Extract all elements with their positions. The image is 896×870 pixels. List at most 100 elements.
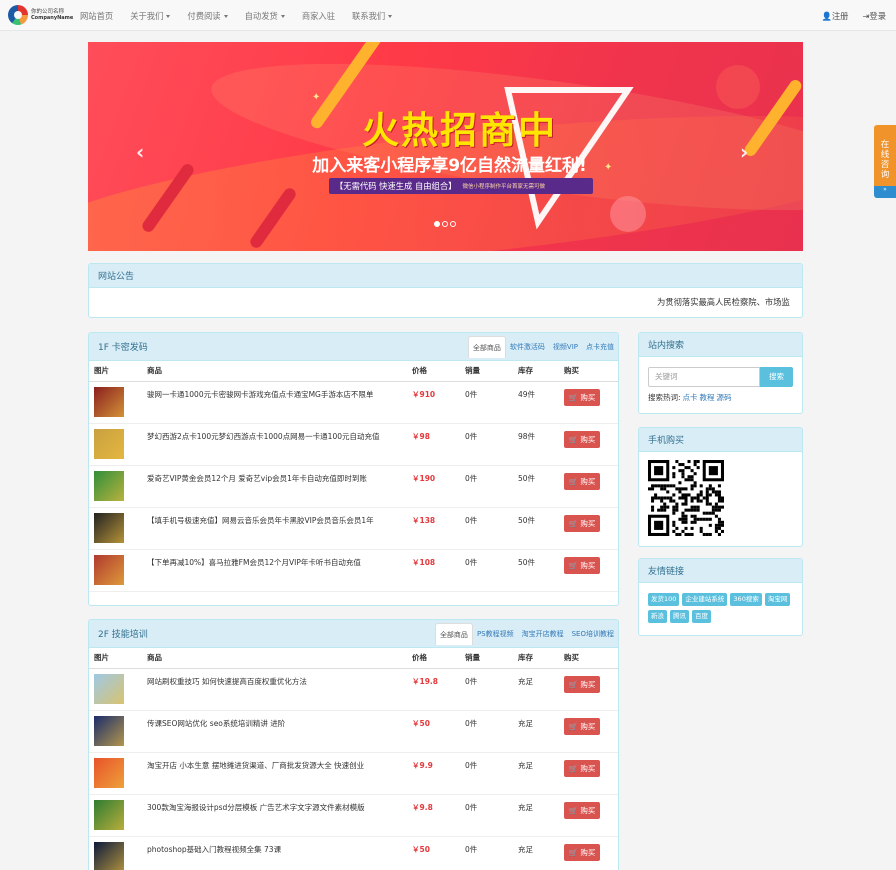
buy-button[interactable]: 🛒 购买 [564, 514, 600, 532]
product-name-link[interactable]: 淘宝开店 小本生意 摆地摊进货渠道、厂商批发货源大全 快速创业 [142, 752, 407, 795]
friend-link[interactable]: 新浪 [648, 610, 667, 623]
product-thumbnail[interactable] [94, 673, 124, 704]
product-price: ￥910 [407, 381, 460, 424]
buy-button[interactable]: 🛒 购买 [564, 843, 600, 861]
product-name-link[interactable]: 【填手机号极速充值】网易云音乐会员年卡黑胶VIP会员音乐会员1年 [142, 507, 407, 550]
product-name-link[interactable]: 传课SEO网站优化 seo系统培训精讲 进阶 [142, 710, 407, 753]
product-thumbnail[interactable] [94, 512, 124, 543]
product-thumbnail[interactable] [94, 799, 124, 830]
nav-item[interactable]: 商家入驻 [302, 10, 335, 22]
nav-item[interactable]: 网站首页 [80, 10, 113, 22]
buy-label: 购买 [580, 679, 596, 689]
product-name-link[interactable]: photoshop基础入门教程视频全集 73课 [142, 836, 407, 870]
carousel-prev-icon[interactable]: ‹ [136, 140, 144, 164]
friend-link[interactable]: 360搜索 [730, 593, 762, 606]
product-thumbnail[interactable] [94, 841, 124, 870]
hot-keyword-link[interactable]: 源码 [717, 393, 732, 402]
buy-cell: 🛒 购买 [559, 507, 618, 550]
friend-link[interactable]: 企业建站系统 [682, 593, 728, 606]
cart-icon: 🛒 [568, 847, 581, 857]
column-header-buy: 购买 [559, 648, 618, 669]
product-thumb-cell [89, 794, 142, 837]
product-name-link[interactable]: 300款淘宝海报设计psd分层模板 广告艺术字文字源文件素材模版 [142, 794, 407, 837]
section-header: 2F 技能培训 全部商品 PS教程视频 淘宝开店教程 SEO培训教程 [89, 620, 618, 648]
notice-marquee[interactable]: 为贯彻落实最高人民检察院、市场监 [657, 296, 790, 308]
online-consult-button[interactable]: 在线咨询 [874, 125, 896, 195]
buy-button[interactable]: 🛒 购买 [564, 388, 600, 406]
table-row: 传课SEO网站优化 seo系统培训精讲 进阶 ￥50 0件 充足 🛒 购买 [89, 710, 618, 753]
product-name-link[interactable]: 爱奇艺VIP黄金会员12个月 爱奇艺vip会员1年卡自动充值即时到账 [142, 465, 407, 508]
buy-button[interactable]: 🛒 购买 [564, 430, 600, 448]
section-tab[interactable]: SEO培训教程 [568, 623, 618, 645]
section-tab[interactable]: PS教程视频 [473, 623, 518, 645]
caret-down-icon [280, 14, 285, 18]
product-price: ￥108 [407, 549, 460, 592]
register-label: 注册 [831, 10, 849, 21]
column-header-price: 价格 [407, 361, 460, 382]
hot-keyword-link[interactable]: 点卡 [683, 393, 698, 402]
product-thumbnail[interactable] [94, 715, 124, 746]
brand-logo[interactable]: 你的公司名称 CompanyName [8, 5, 73, 26]
product-table: 图片 商品 价格 销量 库存 购买 骏网一卡通1000元卡密骏网卡游戏充值点卡通宝MG手游… [89, 361, 618, 592]
search-button[interactable]: 搜索 [760, 367, 793, 387]
section-tab[interactable]: 点卡充值 [582, 336, 618, 358]
carousel-dot[interactable] [450, 221, 456, 227]
table-row: 300款淘宝海报设计psd分层模板 广告艺术字文字源文件素材模版 ￥9.8 0件 充足… [89, 794, 618, 837]
product-thumb-cell [89, 423, 142, 466]
nav-item[interactable]: 自动发货 [245, 10, 285, 22]
buy-button[interactable]: 🛒 购买 [564, 556, 600, 574]
section-tab[interactable]: 淘宝开店教程 [518, 623, 568, 645]
product-name-link[interactable]: 骏网一卡通1000元卡密骏网卡游戏充值点卡通宝MG手游本店不限单 [142, 381, 407, 424]
product-sales: 0件 [460, 465, 513, 508]
section-tab[interactable]: 软件激活码 [506, 336, 549, 358]
buy-cell: 🛒 购买 [559, 381, 618, 424]
buy-button[interactable]: 🛒 购买 [564, 472, 600, 490]
product-sales: 0件 [460, 836, 513, 870]
buy-button[interactable]: 🛒 购买 [564, 759, 600, 777]
product-sales: 0件 [460, 549, 513, 592]
logo-icon [8, 5, 28, 25]
buy-button[interactable]: 🛒 购买 [564, 675, 600, 693]
section-tab[interactable]: 全部商品 [467, 336, 506, 358]
buy-label: 购买 [580, 805, 596, 815]
section-tab[interactable]: 全部商品 [434, 623, 473, 645]
nav-item[interactable]: 付费阅读 [187, 10, 228, 22]
friend-link[interactable]: 淘宝网 [764, 593, 791, 606]
nav-item[interactable]: 关于我们 [130, 10, 171, 22]
cart-icon: 🛒 [568, 679, 581, 689]
section-tab[interactable]: 视频VIP [549, 336, 582, 358]
caret-down-icon [166, 14, 171, 18]
carousel-next-icon[interactable]: › [740, 140, 748, 164]
product-price: ￥138 [407, 507, 460, 550]
nav-item-label: 商家入驻 [301, 10, 336, 21]
carousel-dot[interactable] [434, 221, 440, 227]
product-name-link[interactable]: 【下单再减10%】喜马拉雅FM会员12个月VIP年卡听书自动充值 [142, 549, 407, 592]
carousel-indicators [434, 221, 456, 227]
product-name-link[interactable]: 网站刷权重技巧 如何快速提高百度权重优化方法 [142, 668, 407, 711]
promo-carousel[interactable]: ✦ ✦ 火热招商中 加入来客小程序享9亿自然流量红利! 【无需代码 快速生成 自… [88, 42, 803, 251]
friend-link[interactable]: 百度 [692, 610, 711, 623]
friend-link[interactable]: 发货100 [648, 593, 680, 606]
product-thumbnail[interactable] [94, 470, 124, 501]
login-link[interactable]: ⇥登录 [862, 10, 886, 22]
buy-button[interactable]: 🛒 购买 [564, 801, 600, 819]
buy-cell: 🛒 购买 [559, 423, 618, 466]
consult-toggle-icon[interactable]: » [874, 186, 896, 198]
product-thumbnail[interactable] [94, 554, 124, 585]
nav-item[interactable]: 联系我们 [352, 10, 393, 22]
column-header-stock: 库存 [513, 361, 559, 382]
table-row: 骏网一卡通1000元卡密骏网卡游戏充值点卡通宝MG手游本店不限单 ￥910 0件 49… [89, 381, 618, 424]
notice-panel: 网站公告 为贯彻落实最高人民检察院、市场监 [88, 263, 803, 318]
carousel-dot[interactable] [442, 221, 448, 227]
site-search-title: 站内搜索 [639, 333, 802, 357]
product-thumbnail[interactable] [94, 757, 124, 788]
hot-keyword-link[interactable]: 教程 [700, 393, 715, 402]
product-thumbnail[interactable] [94, 386, 124, 417]
product-name-link[interactable]: 梦幻西游2点卡100元梦幻西游点卡1000点网易一卡通100元自动充值 [142, 423, 407, 466]
register-link[interactable]: 👤注册 [821, 10, 848, 22]
product-thumbnail[interactable] [94, 428, 124, 459]
search-input[interactable]: 关键词 [648, 367, 760, 387]
product-stock: 50件 [513, 549, 559, 592]
friend-link[interactable]: 腾讯 [670, 610, 689, 623]
buy-button[interactable]: 🛒 购买 [564, 717, 600, 735]
